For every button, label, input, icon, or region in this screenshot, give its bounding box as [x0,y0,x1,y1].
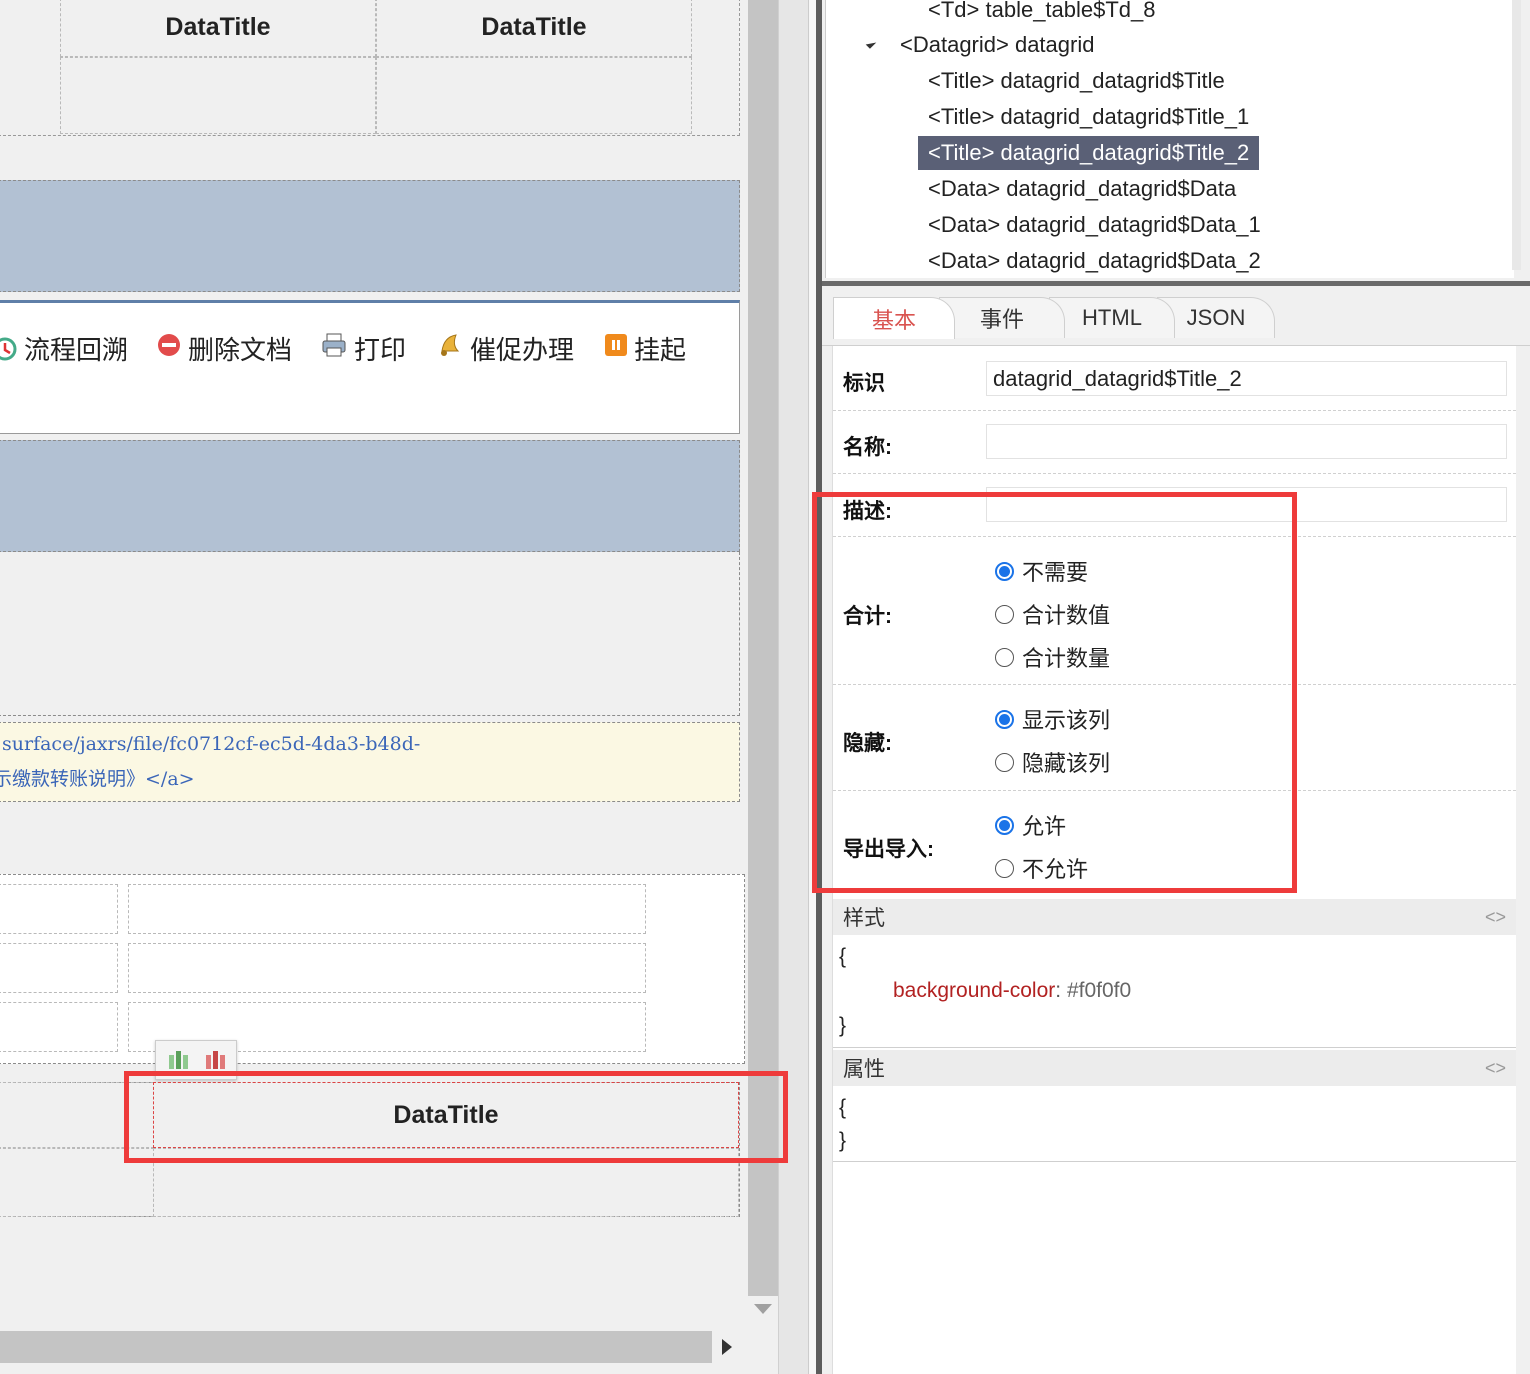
form-cell[interactable] [128,884,646,934]
html-code-block[interactable]: surface/jaxrs/file/fc0712cf-ec5d-4da3-b4… [0,722,740,802]
horizontal-scrollbar[interactable] [0,1330,748,1364]
action-toolbar [0,300,740,434]
row-divider [833,410,1516,411]
tree-item[interactable]: <Title> datagrid_datagrid$Title [918,64,1235,98]
tab-label: 基本 [871,307,916,333]
tree-scrollbar[interactable] [1512,0,1521,270]
form-cell[interactable] [0,1002,118,1052]
canvas-frame [778,0,808,1374]
name-label: 名称: [843,436,892,459]
delete-document-icon [156,332,182,365]
code-brace: } [839,1129,847,1152]
toolbar-label: 打印 [354,335,407,365]
top-table-data-cell[interactable] [60,57,376,134]
top-table-header-2: DataTitle [481,13,587,41]
top-table-data-cell[interactable] [376,57,692,134]
top-table-header-cell[interactable]: DataTitle [60,0,376,57]
tree-item-selected[interactable]: <Title> datagrid_datagrid$Title_2 [918,136,1260,170]
tab-basic[interactable]: 基本 [833,297,955,339]
toolbar-label: 删除文档 [188,335,293,365]
css-colon: : [1055,979,1062,1002]
tab-label: HTML [1082,305,1142,330]
form-cell[interactable] [0,943,118,993]
code-brace: } [839,1014,847,1037]
toolbar-suspend[interactable]: 挂起 [604,330,686,367]
layout-area[interactable] [0,552,740,716]
urge-icon [436,331,464,366]
tab-label: 事件 [979,307,1024,332]
toolbar-print[interactable]: 打印 [320,330,406,367]
style-section-header[interactable]: 样式 <> [833,899,1516,935]
section-divider [833,1161,1516,1162]
section-divider [833,1047,1516,1048]
top-table-header-cell[interactable]: DataTitle [376,0,692,57]
form-cell[interactable] [0,884,118,934]
layout-band[interactable] [0,440,740,552]
section-title: 样式 [843,907,885,930]
id-label: 标识 [843,372,885,395]
code-toggle-icon[interactable]: <> [1485,1058,1506,1079]
code-toggle-icon[interactable]: <> [1485,907,1506,928]
form-cell[interactable] [128,943,646,993]
section-title: 属性 [843,1058,885,1081]
tab-events[interactable]: 事件 [939,297,1065,338]
scroll-down-arrow-icon[interactable] [754,1304,772,1314]
name-field[interactable] [986,424,1507,459]
id-field[interactable]: datagrid_datagrid$Title_2 [986,361,1507,396]
scrollbar-thumb[interactable] [0,1331,712,1363]
toolbar-urge[interactable]: 催促办理 [436,330,574,367]
style-declaration[interactable]: background-color: #f0f0f0 [893,979,1131,1003]
highlight-box [124,1071,788,1163]
suspend-icon [604,333,628,364]
toolbar-label: 催促办理 [470,335,575,365]
tree-item[interactable]: <Data> datagrid_datagrid$Data_1 [918,208,1271,242]
toolbar-label: 挂起 [634,335,687,365]
code-line: 示缴款转账说明》</a> [0,768,195,790]
tree-item[interactable]: <Title> datagrid_datagrid$Title_1 [918,100,1259,134]
toolbar-delete-document[interactable]: 删除文档 [156,330,292,367]
trace-back-icon [0,336,18,362]
layout-band[interactable] [0,180,740,292]
code-line: surface/jaxrs/file/fc0712cf-ec5d-4da3-b4… [2,733,421,755]
tree-item[interactable]: <Datagrid> datagrid [890,28,1104,62]
tab-label: JSON [1186,305,1246,330]
css-property: background-color [893,979,1056,1002]
print-icon [320,331,348,366]
css-value: #f0f0f0 [1066,979,1132,1002]
scroll-right-arrow-icon[interactable] [722,1339,732,1355]
row-divider [833,473,1516,474]
code-brace: { [839,945,847,968]
code-brace: { [839,1096,847,1119]
tab-html[interactable]: HTML [1049,297,1175,338]
top-table-header-1: DataTitle [165,13,271,41]
tree-item[interactable]: <Td> table_table$Td_8 [918,0,1166,27]
tree-item[interactable]: <Data> datagrid_datagrid$Data [918,172,1246,206]
toolbar-label: 流程回溯 [24,335,129,365]
panel-right-edge [1516,346,1530,1374]
toolbar-trace-back[interactable]: 流程回溯 [0,330,128,367]
tree-item[interactable]: <Data> datagrid_datagrid$Data_2 [918,244,1271,278]
attribute-section-header[interactable]: 属性 <> [833,1050,1516,1086]
highlight-box [812,492,1297,893]
